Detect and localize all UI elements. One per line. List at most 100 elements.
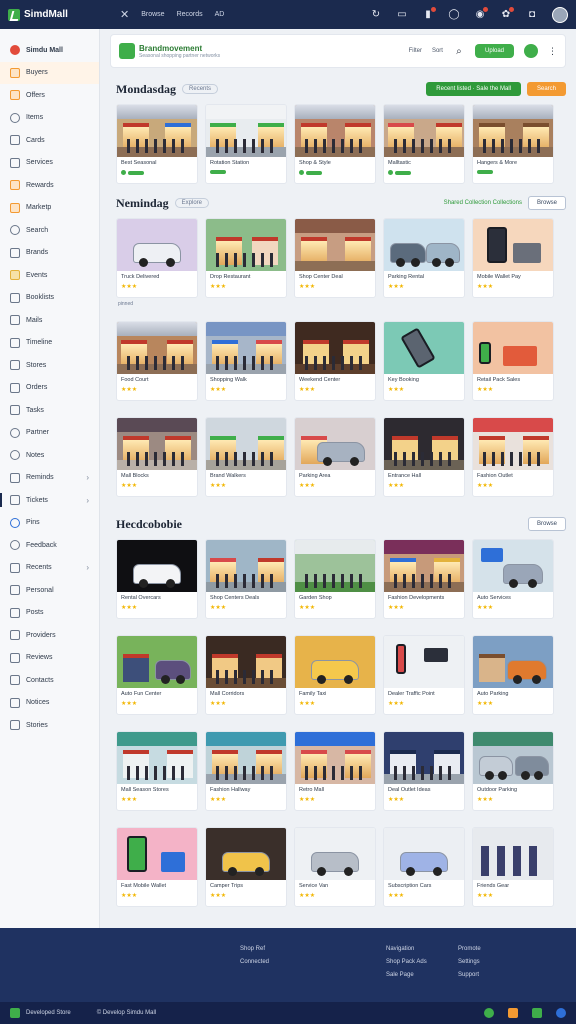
footer-sale-page[interactable]: Sale Page (386, 972, 427, 978)
product-tile[interactable]: Mall Blocks ★★★ (116, 417, 198, 497)
notifications-icon[interactable]: ◉ (474, 6, 488, 21)
product-tile[interactable]: Key Booking ★★★ (383, 321, 465, 401)
chat-icon[interactable] (532, 1008, 542, 1018)
avatar[interactable] (552, 6, 568, 23)
product-tile[interactable]: Family Taxi ★★★ (294, 635, 376, 715)
share-icon[interactable] (484, 1008, 494, 1018)
sidebar-item-marketp[interactable]: Marketp (0, 197, 99, 220)
settings-icon[interactable]: ✿ (500, 6, 514, 21)
tools-icon[interactable]: ✕ (120, 8, 129, 21)
refresh-icon[interactable]: ↻ (370, 9, 382, 21)
upload-button[interactable]: Upload (474, 44, 514, 58)
sidebar-item-buyers[interactable]: Buyers (0, 61, 99, 84)
sidebar-item-brands[interactable]: Brands (0, 242, 99, 265)
browse-button[interactable]: Browse (527, 196, 566, 210)
product-tile[interactable]: Shop Center Deal ★★★ (294, 218, 376, 298)
bookmark-icon[interactable]: ▮ (422, 6, 436, 21)
product-tile[interactable]: Retro Mall ★★★ (294, 731, 376, 811)
sidebar-header[interactable]: Simdu Mall (0, 39, 99, 62)
product-tile[interactable]: Drop Restaurant ★★★ (205, 218, 287, 298)
shared-collection-link[interactable]: Shared Collection Collections (444, 200, 522, 206)
product-tile[interactable]: Auto Fun Center ★★★ (116, 635, 198, 715)
nav-browse[interactable]: Browse (141, 11, 164, 18)
product-tile[interactable]: Mall Corridors ★★★ (205, 635, 287, 715)
rss-icon[interactable] (508, 1008, 518, 1018)
footer-settings[interactable]: Settings (458, 959, 481, 965)
sidebar-item-notices[interactable]: Notices (0, 692, 99, 715)
product-tile[interactable]: Fashion Hallway ★★★ (205, 731, 287, 811)
product-tile[interactable]: Mobile Wallet Pay ★★★ (472, 218, 554, 298)
product-tile[interactable]: Rental Overcars ★★★ (116, 539, 198, 619)
product-tile[interactable]: Camper Trips ★★★ (205, 827, 287, 907)
sidebar-item-recents[interactable]: Recents › (0, 557, 99, 580)
camera-icon[interactable]: ◘ (526, 9, 538, 21)
footer-connected[interactable]: Connected (240, 959, 269, 965)
sidebar-item-orders[interactable]: Orders (0, 377, 99, 400)
product-tile[interactable]: Auto Parking ★★★ (472, 635, 554, 715)
product-tile[interactable]: Garden Shop ★★★ (294, 539, 376, 619)
sidebar-item-tickets[interactable]: Tickets › (0, 489, 99, 512)
social-icon[interactable] (556, 1008, 566, 1018)
sidebar-item-rewards[interactable]: Rewards (0, 174, 99, 197)
sidebar-item-offers[interactable]: Offers (0, 84, 99, 107)
browse-button[interactable]: Browse (527, 517, 566, 531)
nav-records[interactable]: Records (177, 11, 203, 18)
product-tile[interactable]: Shop Centers Deals ★★★ (205, 539, 287, 619)
product-tile[interactable]: Auto Services ★★★ (472, 539, 554, 619)
sidebar-item-personal[interactable]: Personal (0, 579, 99, 602)
product-tile[interactable]: Entrance Hall ★★★ (383, 417, 465, 497)
footer-promote[interactable]: Promote (458, 946, 481, 952)
filter-button[interactable]: Filter (409, 48, 422, 54)
sidebar-item-reviews[interactable]: Reviews (0, 647, 99, 670)
sidebar-item-contacts[interactable]: Contacts (0, 669, 99, 692)
product-tile[interactable]: Outdoor Parking ★★★ (472, 731, 554, 811)
sidebar-item-notes[interactable]: Notes (0, 444, 99, 467)
sidebar-item-booklists[interactable]: Booklists (0, 287, 99, 310)
footer-shop-pack[interactable]: Shop Pack Ads (386, 959, 427, 965)
product-tile[interactable]: Deal Outlet Ideas ★★★ (383, 731, 465, 811)
nav-ad[interactable]: AD (215, 11, 225, 18)
product-tile[interactable]: Rotation Station (205, 104, 287, 184)
product-tile[interactable]: Service Van ★★★ (294, 827, 376, 907)
section-badge[interactable]: Recents (182, 84, 219, 94)
product-tile[interactable]: Best Seasonal (116, 104, 198, 184)
sidebar-item-reminds[interactable]: Reminds › (0, 467, 99, 490)
bottom-brand[interactable]: Developed Store (26, 1010, 71, 1016)
product-tile[interactable]: Fashion Outlet ★★★ (472, 417, 554, 497)
search-button[interactable]: Search (526, 82, 566, 96)
product-tile[interactable]: Weekend Center ★★★ (294, 321, 376, 401)
sidebar-item-stories[interactable]: Stories (0, 714, 99, 737)
window-icon[interactable]: ▭ (396, 9, 408, 21)
sidebar-item-services[interactable]: Services (0, 152, 99, 175)
sidebar-item-tasks[interactable]: Tasks (0, 399, 99, 422)
product-tile[interactable]: Fashion Developments ★★★ (383, 539, 465, 619)
product-tile[interactable]: Subscription Cars ★★★ (383, 827, 465, 907)
footer-navigation[interactable]: Navigation (386, 946, 427, 952)
sidebar-item-mails[interactable]: Mails (0, 309, 99, 332)
chat-icon[interactable]: ◯ (448, 9, 460, 21)
sidebar-item-stores[interactable]: Stores (0, 354, 99, 377)
sidebar-item-items[interactable]: Items (0, 107, 99, 130)
product-tile[interactable]: Shop & Style (294, 104, 376, 184)
sidebar-item-pins[interactable]: Pins (0, 512, 99, 535)
product-tile[interactable]: Truck Delivered ★★★ (116, 218, 198, 298)
sidebar-item-search[interactable]: Search (0, 219, 99, 242)
product-tile[interactable]: Fast Mobile Wallet ★★★ (116, 827, 198, 907)
product-tile[interactable]: Shopping Walk ★★★ (205, 321, 287, 401)
product-tile[interactable]: Parking Area ★★★ (294, 417, 376, 497)
more-icon[interactable]: ⋮ (548, 46, 557, 57)
sidebar-item-timeline[interactable]: Timeline (0, 332, 99, 355)
footer-support[interactable]: Support (458, 972, 481, 978)
sidebar-item-partner[interactable]: Partner (0, 422, 99, 445)
sidebar-item-providers[interactable]: Providers (0, 624, 99, 647)
sidebar-item-posts[interactable]: Posts (0, 602, 99, 625)
brand[interactable]: SimdMall (8, 8, 108, 21)
section-badge[interactable]: Explore (174, 198, 210, 208)
product-tile[interactable]: Brand Walkers ★★★ (205, 417, 287, 497)
recent-listed-button[interactable]: Recent listed · Sale the Mall (426, 82, 521, 96)
product-tile[interactable]: Dealer Traffic Point ★★★ (383, 635, 465, 715)
profile-icon[interactable] (524, 44, 538, 58)
product-tile[interactable]: Hangers & More (472, 104, 554, 184)
product-tile[interactable]: Parking Rental ★★★ (383, 218, 465, 298)
sidebar-item-feedback[interactable]: Feedback (0, 534, 99, 557)
